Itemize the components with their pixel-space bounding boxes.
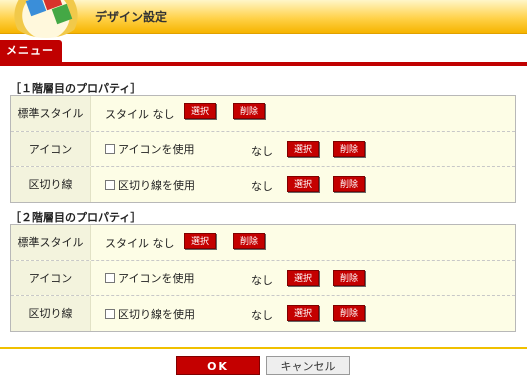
separator-value: なし	[251, 180, 273, 193]
row-separator: 区切り線 区切り線を使用 なし 選択 削除	[11, 296, 515, 331]
separator-value: なし	[251, 309, 273, 322]
row-icon: アイコン アイコンを使用 なし 選択 削除	[11, 261, 515, 296]
menu-bar: メニュー	[0, 40, 527, 66]
delete-separator-button[interactable]: 削除	[333, 176, 366, 192]
row-standard-style: 標準スタイル スタイル なし 選択 削除	[11, 96, 515, 132]
use-separator-checkbox[interactable]	[105, 179, 115, 190]
use-icon-checkbox[interactable]	[105, 273, 115, 283]
use-icon-checkbox[interactable]	[105, 144, 115, 154]
window-title: デザイン設定	[95, 10, 168, 24]
ok-button[interactable]: OK	[176, 356, 260, 375]
row-separator: 区切り線 区切り線を使用 なし 選択 削除	[11, 167, 515, 202]
select-style-button[interactable]: 選択	[184, 233, 217, 249]
properties-panel-level1: 標準スタイル スタイル なし 選択 削除 アイコン アイコンを使用 なし 選択 …	[10, 95, 516, 203]
delete-style-button[interactable]: 削除	[233, 103, 266, 119]
use-separator-checkbox[interactable]	[105, 308, 115, 319]
checkbox-label: アイコンを使用	[118, 143, 195, 156]
checkbox-label: 区切り線を使用	[118, 307, 195, 321]
checkbox-label: アイコンを使用	[118, 272, 195, 285]
select-style-button[interactable]: 選択	[184, 103, 217, 119]
delete-icon-button[interactable]: 削除	[333, 141, 366, 157]
style-value: スタイル なし	[105, 107, 175, 121]
section-title-level1: ［１階層目のプロパティ］	[10, 82, 142, 95]
row-label: アイコン	[11, 261, 91, 295]
select-separator-button[interactable]: 選択	[287, 176, 320, 192]
icon-value: なし	[251, 274, 273, 287]
delete-style-button[interactable]: 削除	[233, 233, 266, 249]
row-label: 標準スタイル	[11, 96, 91, 131]
section-title-level2: ［２階層目のプロパティ］	[10, 211, 142, 224]
cancel-button[interactable]: キャンセル	[266, 356, 350, 375]
style-value: スタイル なし	[105, 236, 175, 250]
footer-divider	[0, 347, 527, 349]
row-label: アイコン	[11, 132, 91, 166]
delete-separator-button[interactable]: 削除	[333, 305, 366, 321]
delete-icon-button[interactable]: 削除	[333, 270, 366, 286]
row-label: 区切り線	[11, 296, 91, 331]
app-logo-icon	[6, 0, 86, 38]
row-icon: アイコン アイコンを使用 なし 選択 削除	[11, 132, 515, 167]
properties-panel-level2: 標準スタイル スタイル なし 選択 削除 アイコン アイコンを使用 なし 選択 …	[10, 224, 516, 332]
select-icon-button[interactable]: 選択	[287, 141, 320, 157]
checkbox-label: 区切り線を使用	[118, 178, 195, 192]
row-label: 区切り線	[11, 167, 91, 202]
row-standard-style: 標準スタイル スタイル なし 選択 削除	[11, 225, 515, 261]
icon-value: なし	[251, 145, 273, 158]
tab-menu[interactable]: メニュー	[0, 40, 62, 62]
row-label: 標準スタイル	[11, 225, 91, 260]
select-separator-button[interactable]: 選択	[287, 305, 320, 321]
select-icon-button[interactable]: 選択	[287, 270, 320, 286]
title-bar: デザイン設定	[0, 0, 527, 38]
